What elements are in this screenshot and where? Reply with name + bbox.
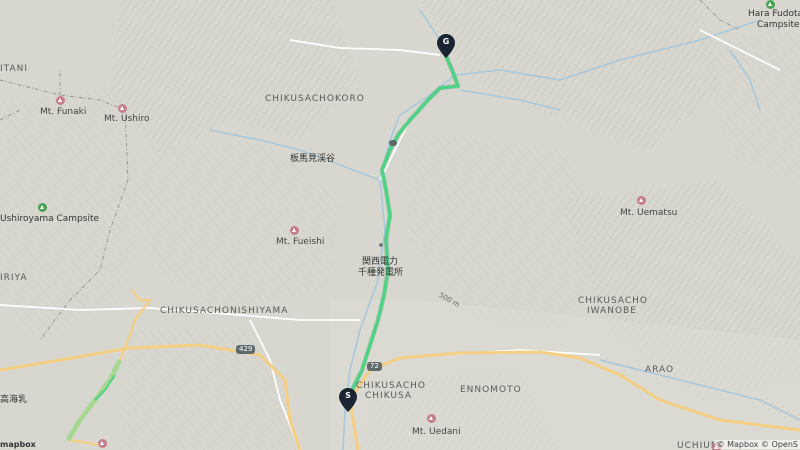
campsite-label-ushiroyama: Ushiroyama Campsite: [0, 214, 100, 224]
valley-label: 板馬見渓谷: [290, 154, 336, 164]
campsite-label-hara-2: Campsite: [757, 20, 800, 30]
campsite-label-hara-1: Hara Fudotaki: [748, 9, 800, 19]
peak-label-ushiro: Mt. Ushiro: [104, 114, 150, 124]
map-attribution[interactable]: © Mapbox © OpenS: [714, 440, 800, 449]
start-marker-label: S: [345, 391, 351, 400]
area-label-chikusacho: CHIKUSACHO: [578, 296, 648, 306]
start-marker[interactable]: S: [339, 388, 357, 412]
mountain-peak-icon: [98, 439, 107, 448]
campsite-icon: [38, 203, 47, 212]
left-edge-label: 高海乳: [0, 395, 28, 405]
goal-marker-label: G: [442, 37, 450, 46]
power-station-label-2: 千種発電所: [358, 268, 404, 278]
mapbox-logo[interactable]: mapbox: [0, 440, 36, 449]
mountain-peak-icon: [118, 104, 127, 113]
area-label-iwanobe: IWANOBE: [587, 306, 637, 316]
area-label-iriya: IRIYA: [0, 273, 28, 283]
area-label-ennomoto: ENNOMOTO: [460, 385, 522, 395]
map-canvas[interactable]: CHIKUSACHOKORO CHIKUSACHONISHIYAMA CHIKU…: [0, 0, 800, 450]
mountain-peak-icon: [637, 196, 646, 205]
area-label-chikusacho-town: CHIKUSACHO: [356, 381, 426, 391]
peak-label-uematsu: Mt. Uematsu: [620, 208, 678, 218]
goal-marker[interactable]: G: [437, 34, 455, 58]
area-label-chikusa: CHIKUSA: [365, 391, 412, 401]
route-shield-small: [389, 140, 397, 146]
area-label-chikusachokoro: CHIKUSACHOKORO: [265, 94, 365, 104]
area-label-chikusachonishiyama: CHIKUSACHONISHIYAMA: [160, 306, 289, 316]
area-label-itani: ITANI: [0, 64, 28, 74]
mountain-peak-icon: [427, 414, 436, 423]
area-label-arao: ARAO: [645, 365, 675, 375]
route-shield-429: 429: [236, 345, 256, 354]
peak-label-fueishi: Mt. Fueishi: [276, 237, 325, 247]
campsite-icon: [766, 0, 775, 9]
route-shield-72: 72: [367, 362, 382, 371]
peak-label-funaki: Mt. Funaki: [40, 107, 87, 117]
peak-label-uedani: Mt. Uedani: [412, 427, 461, 437]
mountain-peak-icon: [290, 226, 299, 235]
mountain-peak-icon: [56, 96, 65, 105]
